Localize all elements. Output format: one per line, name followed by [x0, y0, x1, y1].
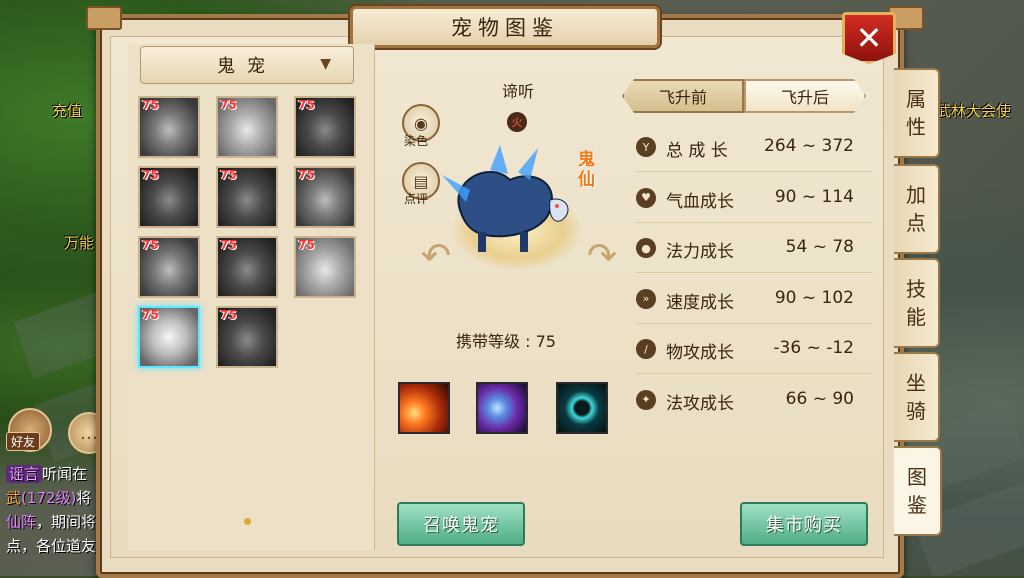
fire-element-icon: 火: [507, 112, 527, 132]
stat-label: 气血成长: [666, 191, 734, 212]
world-label-recharge[interactable]: 充值: [52, 100, 82, 121]
stat-value: 90 ~ 102: [774, 287, 854, 308]
pet-level-badge: 75: [298, 238, 315, 252]
pet-name: 谛听: [501, 82, 534, 101]
pet-level-badge: 75: [142, 168, 159, 182]
stat-label: 法力成长: [666, 242, 734, 262]
pet-level-badge: 75: [298, 168, 315, 182]
review-label: 点评: [404, 192, 429, 206]
fire-skill-icon[interactable]: [398, 382, 450, 434]
tab-before-ascension[interactable]: 飞升前: [622, 79, 744, 113]
chevron-down-icon: ▼: [320, 56, 331, 72]
side-tab[interactable]: 技能: [894, 258, 940, 348]
stat-label: 物攻成长: [666, 343, 734, 363]
pet-portrait[interactable]: 75: [294, 96, 356, 158]
close-icon: ✕: [855, 19, 883, 57]
market-buy-button[interactable]: 集市购买: [740, 502, 868, 546]
pet-portrait[interactable]: 75: [138, 236, 200, 298]
ring-skill-icon[interactable]: [556, 382, 608, 434]
side-tab[interactable]: 加点: [894, 164, 940, 254]
stat-row: ♥ 气血成长 90 ~ 114: [636, 185, 866, 213]
dye-label: 染色: [404, 134, 429, 148]
stat-row: / 物攻成长 -36 ~ -12: [636, 336, 866, 364]
pet-portrait[interactable]: 75: [138, 96, 200, 158]
pet-level-badge: 75: [142, 238, 159, 252]
pet-portrait[interactable]: 75: [294, 166, 356, 228]
pet-level-badge: 75: [220, 98, 237, 112]
category-dropdown[interactable]: 鬼宠 ▼: [140, 46, 354, 84]
pet-portrait[interactable]: 75: [216, 236, 278, 298]
ascension-tabs: 飞升前 飞升后: [622, 79, 866, 113]
pet-level-badge: 75: [298, 98, 315, 112]
magic-icon: ✦: [636, 389, 656, 410]
rotate-left-icon[interactable]: ↶: [418, 236, 454, 277]
stat-value: 264 ~ 372: [764, 136, 854, 156]
side-tab[interactable]: 属性: [894, 68, 940, 158]
pet-portrait[interactable]: 75: [216, 306, 278, 368]
stat-row: ✦ 法攻成长 66 ~ 90: [636, 387, 866, 415]
comment-icon: ▤: [413, 171, 429, 191]
stat-label: 总 成 长: [666, 141, 728, 161]
stat-value: 54 ~ 78: [785, 237, 854, 257]
pet-portrait[interactable]: 75: [138, 306, 200, 368]
stat-value: 66 ~ 90: [785, 388, 854, 409]
pet-portrait[interactable]: 75: [216, 96, 278, 158]
divider: [636, 322, 872, 324]
pet-portrait[interactable]: 75: [138, 166, 200, 228]
divider: [636, 272, 872, 273]
chat-tag: 谣言: [6, 465, 43, 483]
stat-row: ● 法力成长 54 ~ 78: [636, 235, 866, 263]
water-slash-skill-icon[interactable]: [476, 382, 528, 434]
tab-after-ascension[interactable]: 飞升后: [744, 79, 866, 113]
page-indicator-dot[interactable]: [244, 518, 251, 525]
pet-portrait[interactable]: 75: [216, 166, 278, 228]
stat-value: 90 ~ 114: [774, 186, 854, 207]
window-title: 宠物图鉴: [350, 6, 660, 48]
attack-icon: /: [636, 339, 656, 359]
heart-icon: ♥: [636, 187, 656, 208]
world-label-npc[interactable]: 武林大会使: [936, 100, 1011, 121]
drop-icon: ●: [636, 238, 656, 258]
frame-corner-ornament: [86, 6, 122, 30]
pet-portrait[interactable]: 75: [294, 236, 356, 298]
stat-value: -36 ~ -12: [773, 338, 854, 358]
carry-level: 携带等级 : 75: [456, 332, 556, 351]
pet-level-badge: 75: [142, 308, 159, 322]
side-tab[interactable]: 坐骑: [894, 352, 940, 442]
speed-icon: »: [636, 288, 656, 309]
summon-button[interactable]: 召唤鬼宠: [397, 502, 525, 546]
pet-level-badge: 75: [142, 98, 159, 112]
stat-row: Y 总 成 长 264 ~ 372: [636, 134, 866, 162]
stat-label: 法攻成长: [666, 393, 734, 414]
friend-label[interactable]: 好友: [6, 432, 41, 451]
divider: [636, 171, 872, 172]
category-dropdown-value: 鬼宠: [217, 56, 277, 77]
pet-type-badge: 鬼仙: [578, 150, 595, 190]
divider: [636, 373, 872, 374]
eye-icon: ◉: [414, 113, 428, 133]
pet-level-badge: 75: [220, 168, 237, 182]
close-button[interactable]: ✕: [842, 12, 896, 64]
divider: [636, 221, 872, 223]
stat-label: 速度成长: [666, 292, 734, 313]
growth-icon: Y: [636, 137, 656, 157]
stat-row: » 速度成长 90 ~ 102: [636, 286, 866, 314]
rotate-right-icon[interactable]: ↷: [584, 236, 620, 277]
world-label-wanneng[interactable]: 万能: [64, 232, 94, 253]
side-tab[interactable]: 图鉴: [894, 446, 942, 536]
pet-level-badge: 75: [220, 308, 237, 322]
pet-level-badge: 75: [220, 238, 237, 252]
